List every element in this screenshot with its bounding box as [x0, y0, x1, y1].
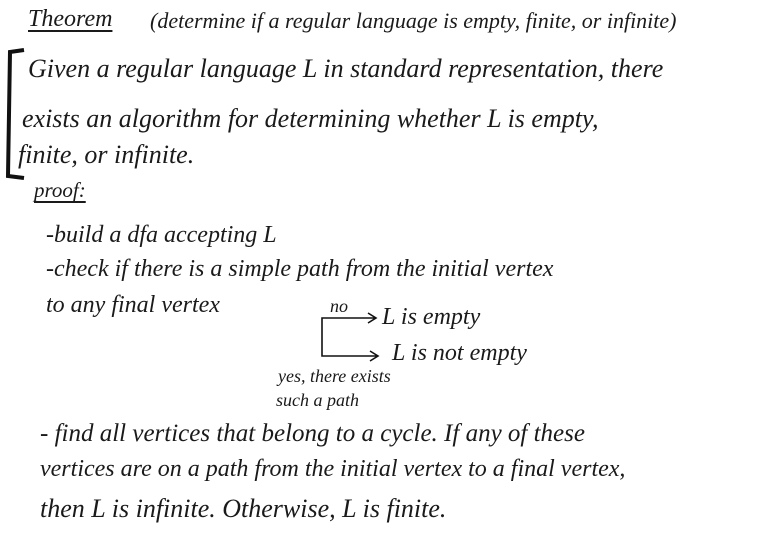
statement-line: exists an algorithm for determining whet…	[22, 104, 599, 133]
statement-line: finite, or infinite.	[18, 140, 195, 169]
yes-label: such a path	[276, 390, 359, 410]
no-label: no	[330, 296, 348, 316]
final-step: - find all vertices that belong to a cyc…	[40, 420, 585, 447]
proof-step: -build a dfa accepting L	[46, 222, 277, 248]
final-step: vertices are on a path from the initial …	[40, 456, 626, 482]
final-step: then L is infinite. Otherwise, L is fini…	[40, 494, 447, 523]
yes-result: L is not empty	[392, 340, 527, 366]
no-result: L is empty	[382, 304, 481, 330]
statement-line: Given a regular language L in standard r…	[28, 54, 664, 83]
proof-step: -check if there is a simple path from th…	[46, 256, 554, 282]
yes-label: yes, there exists	[278, 366, 391, 386]
theorem-label: Theorem	[28, 6, 113, 32]
proof-step: to any final vertex	[46, 292, 220, 318]
theorem-subtitle: (determine if a regular language is empt…	[150, 8, 677, 33]
yes-arrow	[321, 330, 380, 362]
proof-label: proof:	[34, 178, 86, 202]
